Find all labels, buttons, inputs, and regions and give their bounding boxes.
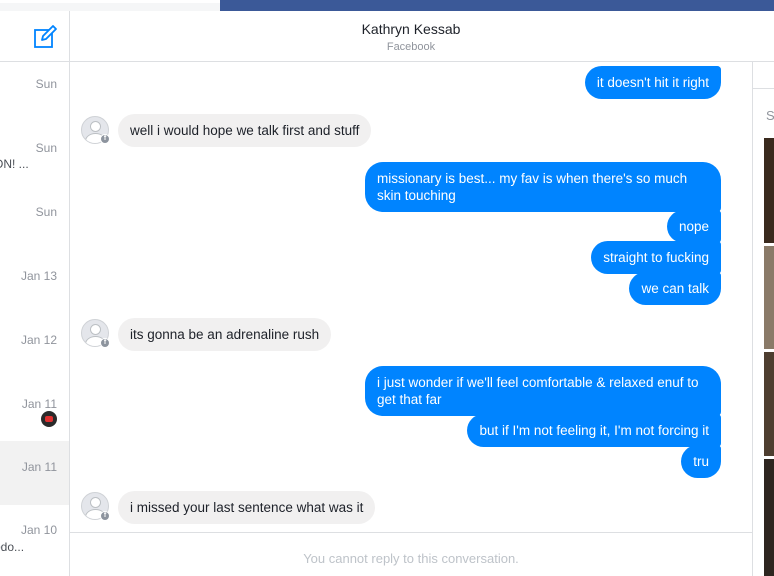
thread-date: Jan 12 bbox=[20, 333, 57, 347]
right-panel-rule bbox=[753, 88, 774, 89]
thread-item[interactable]: Jan 10 odo... bbox=[0, 511, 69, 575]
shared-photo-thumbnail[interactable] bbox=[764, 352, 774, 456]
thread-snippet: ON! ... bbox=[0, 157, 29, 171]
thread-date: Sun bbox=[35, 77, 57, 91]
thread-date: Jan 10 bbox=[20, 523, 57, 537]
outgoing-message: missionary is best... my fav is when the… bbox=[365, 162, 721, 212]
thread-date: Sun bbox=[35, 141, 57, 155]
thread-item[interactable]: Jan 13 bbox=[0, 255, 69, 319]
right-panel-heading: S bbox=[766, 108, 774, 123]
facebook-badge-icon: f bbox=[100, 338, 110, 348]
compose-area bbox=[0, 11, 69, 62]
thread-item[interactable]: Sun ON! ... bbox=[0, 127, 69, 191]
thread-avatar bbox=[41, 411, 57, 427]
top-bar-left bbox=[0, 0, 220, 3]
message-list: it doesn't hit it right f well i would h… bbox=[70, 62, 752, 532]
top-bar bbox=[0, 0, 774, 11]
outgoing-message: we can talk bbox=[629, 272, 721, 305]
right-panel: S bbox=[753, 62, 774, 576]
compose-icon[interactable] bbox=[32, 24, 58, 50]
contact-name[interactable]: Kathryn Kessab bbox=[70, 21, 752, 37]
reply-disabled-notice: You cannot reply to this conversation. bbox=[303, 551, 519, 566]
facebook-badge-icon: f bbox=[100, 134, 110, 144]
contact-source: Facebook bbox=[386, 41, 436, 53]
shared-photo-thumbnail[interactable] bbox=[764, 246, 774, 349]
top-bar-blue bbox=[220, 0, 774, 11]
thread-date: Sun bbox=[35, 205, 57, 219]
thread-date: Jan 11 bbox=[21, 460, 57, 474]
thread-item[interactable]: Jan 12 bbox=[0, 319, 69, 383]
shared-photo-thumbnail[interactable] bbox=[764, 459, 774, 576]
outgoing-message: tru bbox=[681, 445, 721, 478]
thread-date: Jan 11 bbox=[21, 397, 57, 411]
thread-item[interactable]: Jan 11 bbox=[0, 383, 69, 447]
incoming-message: well i would hope we talk first and stuf… bbox=[118, 114, 372, 147]
conversation-header: Kathryn Kessab Facebook bbox=[70, 11, 774, 62]
thread-item[interactable]: Sun bbox=[0, 191, 69, 255]
outgoing-message: straight to fucking bbox=[591, 241, 721, 274]
facebook-badge-icon: f bbox=[100, 511, 110, 521]
outgoing-message: i just wonder if we'll feel comfortable … bbox=[365, 366, 721, 416]
incoming-message: i missed your last sentence what was it bbox=[118, 491, 376, 524]
reply-bar: You cannot reply to this conversation. bbox=[70, 532, 752, 576]
incoming-message: its gonna be an adrenaline rush bbox=[118, 318, 332, 351]
thread-item-active[interactable]: Jan 11 bbox=[0, 441, 69, 505]
shared-photo-thumbnail[interactable] bbox=[764, 138, 774, 243]
thread-item[interactable]: Sun bbox=[0, 63, 69, 127]
outgoing-message: it doesn't hit it right bbox=[584, 66, 721, 99]
thread-date: Jan 13 bbox=[20, 269, 57, 283]
outgoing-message: but if I'm not feeling it, I'm not forci… bbox=[467, 414, 721, 447]
thread-list-sidebar: Sun Sun ON! ... Sun Jan 13 Jan 12 Jan 11… bbox=[0, 11, 70, 576]
thread-snippet: odo... bbox=[0, 540, 25, 554]
outgoing-message: nope bbox=[666, 210, 721, 243]
